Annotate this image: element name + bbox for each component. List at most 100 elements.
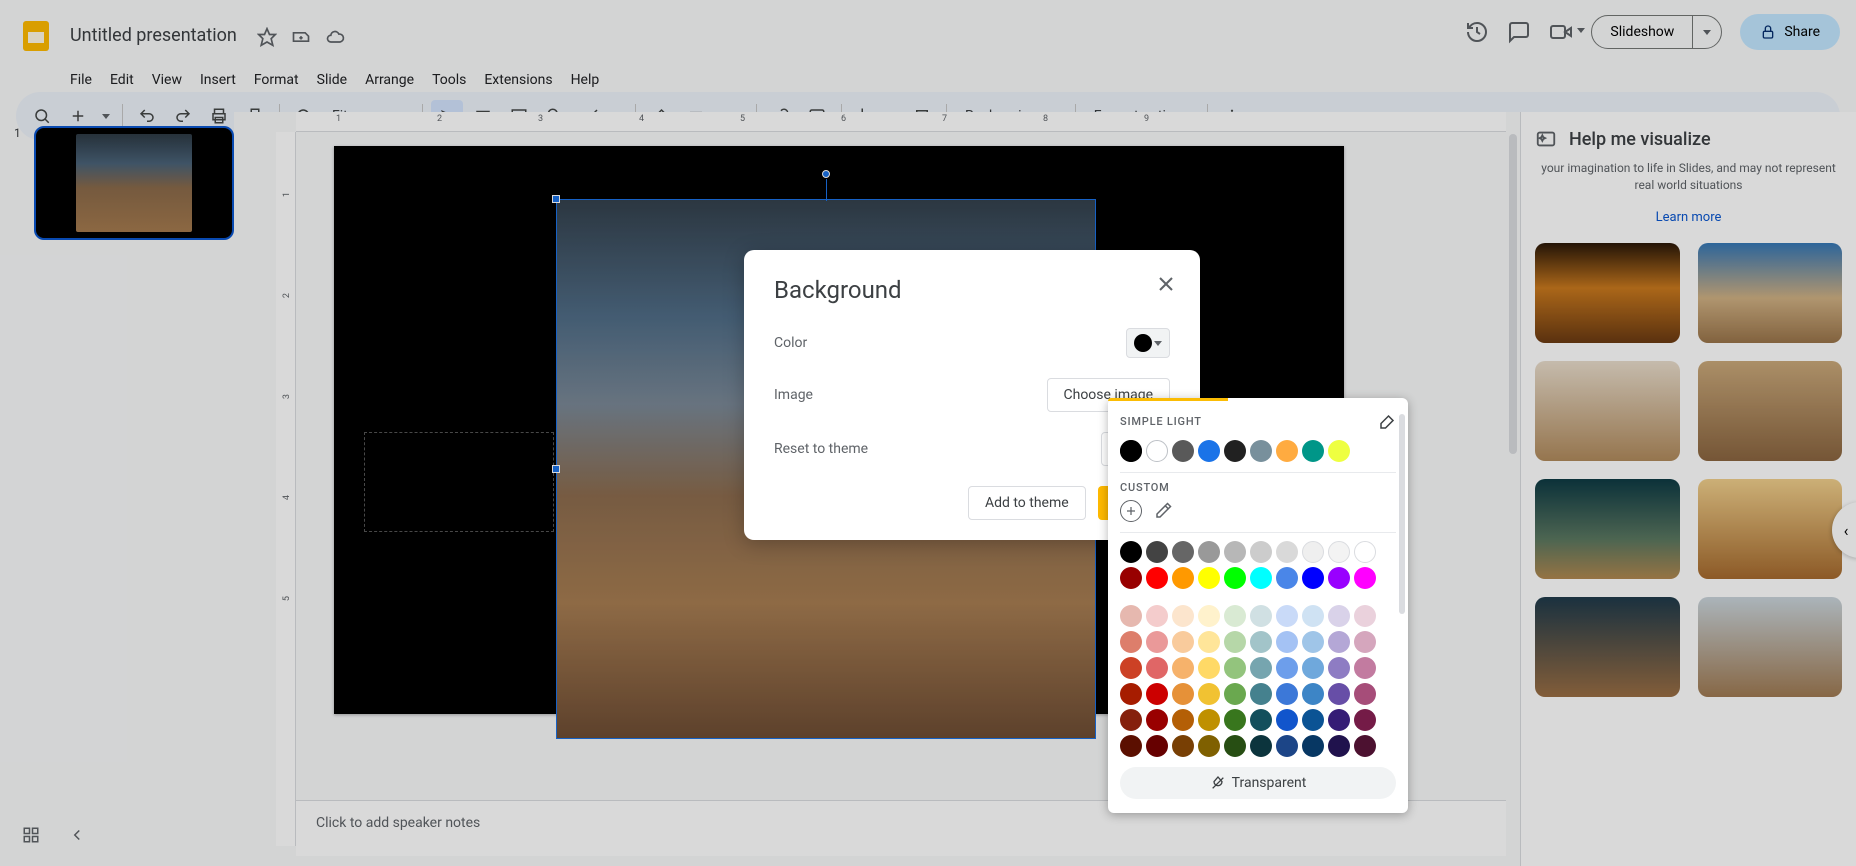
color-swatch[interactable] [1198, 541, 1220, 563]
comments-icon[interactable] [1507, 20, 1531, 44]
cloud-status-icon[interactable] [325, 27, 345, 47]
color-swatch[interactable] [1172, 567, 1194, 589]
menu-slide[interactable]: Slide [309, 68, 355, 92]
menu-help[interactable]: Help [563, 68, 608, 92]
slide-thumbnail[interactable] [34, 126, 234, 240]
color-swatch[interactable] [1120, 709, 1142, 731]
color-swatch[interactable] [1302, 657, 1324, 679]
color-swatch[interactable] [1224, 709, 1246, 731]
color-swatch[interactable] [1120, 735, 1142, 757]
color-swatch[interactable] [1250, 657, 1272, 679]
color-swatch[interactable] [1328, 709, 1350, 731]
document-title[interactable]: Untitled presentation [64, 23, 243, 48]
color-swatch[interactable] [1302, 631, 1324, 653]
color-swatch[interactable] [1146, 709, 1168, 731]
color-swatch[interactable] [1146, 541, 1168, 563]
color-swatch[interactable] [1198, 683, 1220, 705]
color-swatch[interactable] [1172, 735, 1194, 757]
color-swatch[interactable] [1328, 631, 1350, 653]
rotation-handle[interactable] [822, 170, 830, 178]
color-swatch[interactable] [1224, 541, 1246, 563]
color-swatch[interactable] [1224, 735, 1246, 757]
slideshow-dropdown[interactable] [1693, 16, 1721, 48]
meet-icon[interactable] [1549, 20, 1573, 44]
color-swatch[interactable] [1224, 657, 1246, 679]
color-swatch[interactable] [1250, 541, 1272, 563]
color-swatch[interactable] [1224, 631, 1246, 653]
suggestion-thumb[interactable] [1698, 243, 1843, 343]
color-swatch[interactable] [1276, 657, 1298, 679]
suggestion-thumb[interactable] [1698, 597, 1843, 697]
color-swatch[interactable] [1354, 631, 1376, 653]
color-swatch[interactable] [1172, 683, 1194, 705]
color-swatch[interactable] [1250, 567, 1272, 589]
suggestion-thumb[interactable] [1535, 361, 1680, 461]
color-swatch[interactable] [1224, 605, 1246, 627]
theme-swatch[interactable] [1120, 440, 1142, 462]
scrollbar[interactable] [1509, 134, 1517, 796]
color-swatch[interactable] [1276, 605, 1298, 627]
color-swatch[interactable] [1198, 605, 1220, 627]
resize-handle[interactable] [552, 465, 560, 473]
menu-tools[interactable]: Tools [424, 68, 474, 92]
theme-swatch[interactable] [1302, 440, 1324, 462]
color-swatch[interactable] [1250, 735, 1272, 757]
slideshow-button[interactable]: Slideshow [1592, 16, 1693, 48]
color-swatch[interactable] [1328, 683, 1350, 705]
theme-swatch[interactable] [1172, 440, 1194, 462]
color-swatch[interactable] [1328, 657, 1350, 679]
color-swatch[interactable] [1302, 567, 1324, 589]
color-dropdown[interactable] [1126, 328, 1170, 358]
color-swatch[interactable] [1146, 605, 1168, 627]
theme-swatch[interactable] [1146, 440, 1168, 462]
color-swatch[interactable] [1354, 683, 1376, 705]
learn-more-link[interactable]: Learn more [1535, 210, 1842, 225]
color-swatch[interactable] [1276, 735, 1298, 757]
grid-view-icon[interactable] [22, 826, 40, 848]
color-swatch[interactable] [1146, 735, 1168, 757]
theme-swatch[interactable] [1224, 440, 1246, 462]
color-swatch[interactable] [1328, 567, 1350, 589]
move-icon[interactable] [291, 27, 311, 47]
suggestion-thumb[interactable] [1698, 361, 1843, 461]
theme-swatch[interactable] [1250, 440, 1272, 462]
color-swatch[interactable] [1276, 541, 1298, 563]
color-swatch[interactable] [1276, 683, 1298, 705]
color-swatch[interactable] [1120, 657, 1142, 679]
color-swatch[interactable] [1302, 709, 1324, 731]
menu-edit[interactable]: Edit [102, 68, 142, 92]
color-swatch[interactable] [1120, 567, 1142, 589]
app-logo[interactable] [16, 16, 56, 56]
menu-format[interactable]: Format [246, 68, 307, 92]
color-swatch[interactable] [1354, 567, 1376, 589]
color-swatch[interactable] [1302, 683, 1324, 705]
menu-file[interactable]: File [62, 68, 100, 92]
edit-theme-icon[interactable] [1378, 413, 1396, 431]
menu-extensions[interactable]: Extensions [476, 68, 560, 92]
text-placeholder[interactable] [364, 432, 554, 532]
color-swatch[interactable] [1146, 567, 1168, 589]
suggestion-thumb[interactable] [1698, 479, 1843, 579]
color-swatch[interactable] [1198, 709, 1220, 731]
color-swatch[interactable] [1172, 541, 1194, 563]
collapse-filmstrip-icon[interactable] [68, 826, 86, 848]
color-swatch[interactable] [1120, 631, 1142, 653]
color-swatch[interactable] [1250, 605, 1272, 627]
suggestion-thumb[interactable] [1535, 597, 1680, 697]
color-swatch[interactable] [1354, 605, 1376, 627]
color-swatch[interactable] [1250, 683, 1272, 705]
color-swatch[interactable] [1198, 631, 1220, 653]
color-swatch[interactable] [1328, 735, 1350, 757]
color-swatch[interactable] [1146, 631, 1168, 653]
color-swatch[interactable] [1146, 657, 1168, 679]
color-swatch[interactable] [1354, 657, 1376, 679]
menu-view[interactable]: View [144, 68, 190, 92]
add-custom-color-icon[interactable] [1120, 500, 1142, 522]
history-icon[interactable] [1465, 20, 1489, 44]
theme-swatch[interactable] [1198, 440, 1220, 462]
color-swatch[interactable] [1328, 605, 1350, 627]
color-swatch[interactable] [1146, 683, 1168, 705]
color-swatch[interactable] [1302, 541, 1324, 563]
menu-arrange[interactable]: Arrange [357, 68, 422, 92]
color-swatch[interactable] [1276, 709, 1298, 731]
